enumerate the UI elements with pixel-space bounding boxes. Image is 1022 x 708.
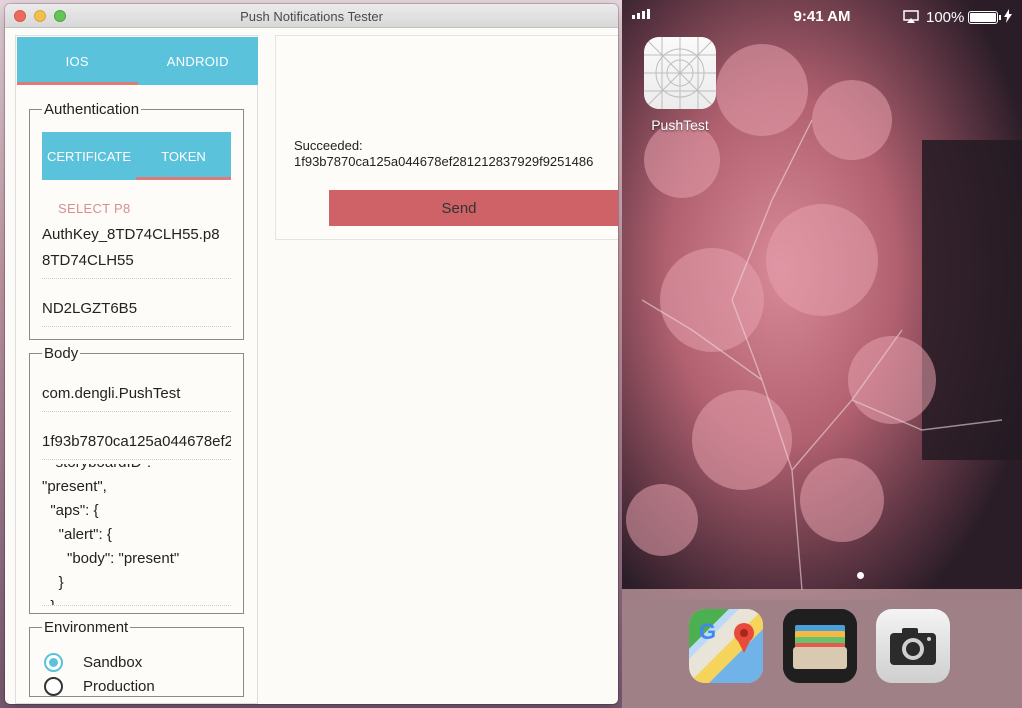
sandbox-radio[interactable] [44,653,63,672]
send-button[interactable]: Send [329,190,618,226]
dock: G [622,589,1022,708]
body-group: Body "storyboardID": "present", "aps": {… [29,346,244,614]
body-legend: Body [44,345,79,362]
status-bar: 9:41 AM 100% [622,6,1022,28]
airplay-icon [903,10,919,23]
result-panel: Succeeded: 1f93b7870ca125a044678ef281212… [275,35,618,240]
app-window: Push Notifications Tester IOS ANDROID Au… [5,4,618,704]
device-token-field[interactable] [42,424,231,460]
result-token: 1f93b7870ca125a044678ef281212837929f9251… [294,154,594,169]
team-id-field[interactable] [42,291,231,327]
environment-legend: Environment [44,619,129,636]
authentication-legend: Authentication [44,101,140,118]
platform-tabs: IOS ANDROID [17,37,258,85]
bundle-id-field[interactable] [42,376,231,412]
pushtest-app-icon[interactable] [644,37,716,109]
payload-editor[interactable]: "storyboardID": "present", "aps": { "ale… [42,464,231,606]
tab-token[interactable]: TOKEN [136,132,231,180]
battery-nub [999,15,1001,20]
select-p8-button[interactable]: SELECT P8 [58,201,131,216]
production-radio[interactable] [44,677,63,696]
selected-key-filename: AuthKey_8TD74CLH55.p8 [42,226,220,243]
production-option[interactable]: Production [44,677,155,696]
pushtest-app-label: PushTest [651,117,709,133]
app-grid-icon [644,37,716,109]
authentication-group: Authentication CERTIFICATE TOKEN SELECT … [29,102,244,340]
tab-ios[interactable]: IOS [17,37,138,85]
page-indicator-dot [857,572,864,579]
result-status: Succeeded: [294,138,363,153]
environment-group: Environment Sandbox Production [29,620,244,697]
tab-certificate[interactable]: CERTIFICATE [42,132,136,180]
auth-type-tabs: CERTIFICATE TOKEN [42,132,231,180]
camera-icon[interactable] [876,609,950,683]
sandbox-label: Sandbox [83,654,143,671]
svg-text:G: G [699,619,716,644]
title-bar[interactable]: Push Notifications Tester [5,4,618,28]
production-label: Production [83,678,155,695]
iphone-simulator: 9:41 AM 100% PushTest G [622,0,1022,708]
wallet-icon[interactable] [783,609,857,683]
charging-icon [1004,9,1012,23]
battery-percent: 100% [926,9,965,26]
window-title: Push Notifications Tester [240,9,383,24]
sandbox-option[interactable]: Sandbox [44,653,142,672]
key-id-field[interactable] [42,243,231,279]
tab-android[interactable]: ANDROID [138,37,259,85]
settings-panel: IOS ANDROID Authentication CERTIFICATE T… [15,35,258,704]
payload-text: "storyboardID": "present", "aps": { "ale… [42,464,180,605]
maps-icon[interactable]: G [689,609,763,683]
battery-icon [968,11,998,24]
